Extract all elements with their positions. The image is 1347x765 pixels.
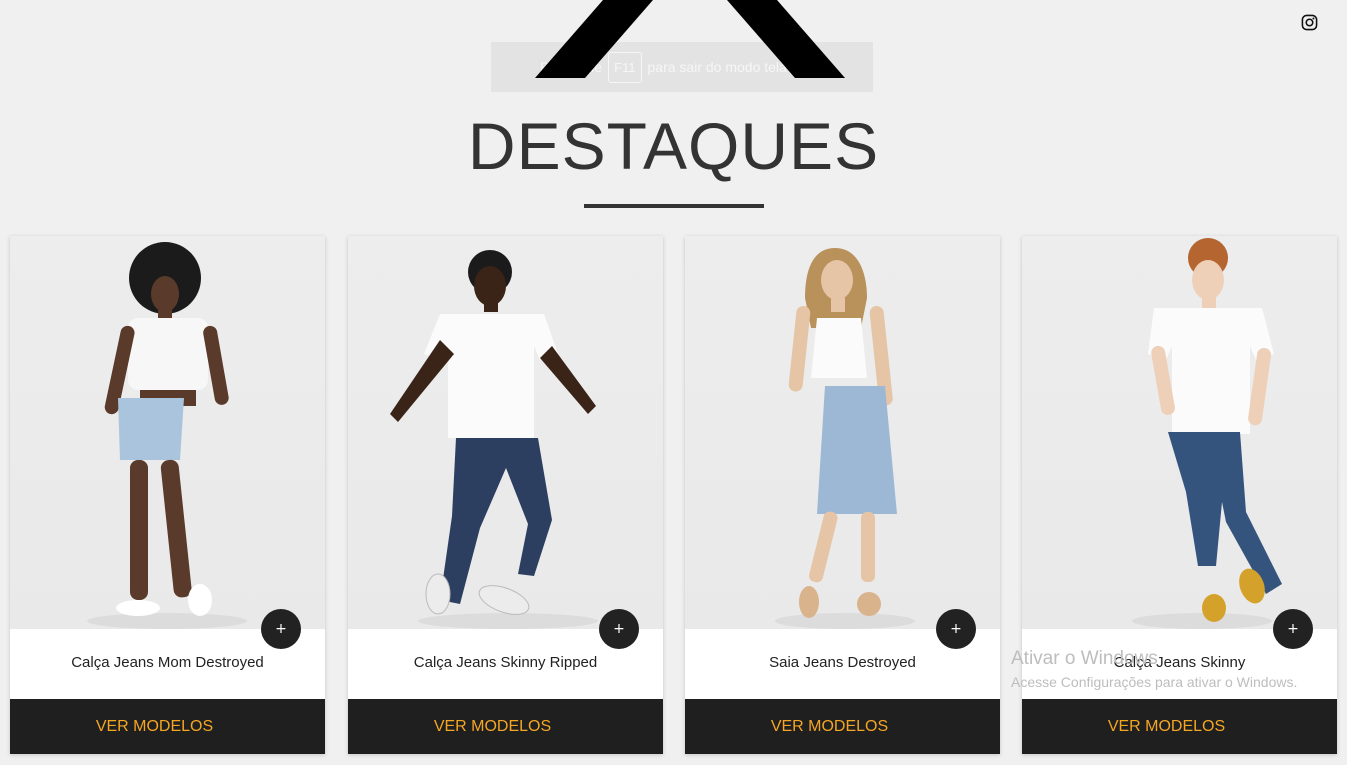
watermark-subtitle: Acesse Configurações para ativar o Windo… [1011,674,1298,690]
product-name: Saia Jeans Destroyed [769,654,916,671]
product-image[interactable] [685,236,1000,629]
product-card: + Calça Jeans Mom Destroyed VER MODELOS [10,236,325,754]
page-title: DESTAQUES [467,109,880,183]
product-card: + Saia Jeans Destroyed VER MODELOS [685,236,1000,754]
add-to-cart-button[interactable]: + [599,609,639,649]
product-name: Calça Jeans Skinny Ripped [413,654,598,671]
add-to-cart-button[interactable]: + [261,609,301,649]
product-image[interactable] [348,236,663,629]
instagram-icon[interactable] [1301,14,1318,31]
product-image[interactable] [10,236,325,629]
product-image[interactable] [1022,236,1337,629]
windows-activation-watermark: Ativar o Windows Acesse Configurações pa… [1011,648,1297,690]
view-models-button[interactable]: VER MODELOS [685,699,1000,754]
add-to-cart-button[interactable]: + [936,609,976,649]
title-underline [584,204,764,208]
view-models-button[interactable]: VER MODELOS [348,699,663,754]
add-to-cart-button[interactable]: + [1273,609,1313,649]
view-models-button[interactable]: VER MODELOS [1022,699,1337,754]
product-name: Calça Jeans Mom Destroyed [71,654,264,671]
watermark-title: Ativar o Windows [1011,648,1158,669]
product-card: + Calça Jeans Skinny Ripped VER MODELOS [348,236,663,754]
exit-fullscreen-icon[interactable] [535,0,845,78]
view-models-button[interactable]: VER MODELOS [10,699,325,754]
